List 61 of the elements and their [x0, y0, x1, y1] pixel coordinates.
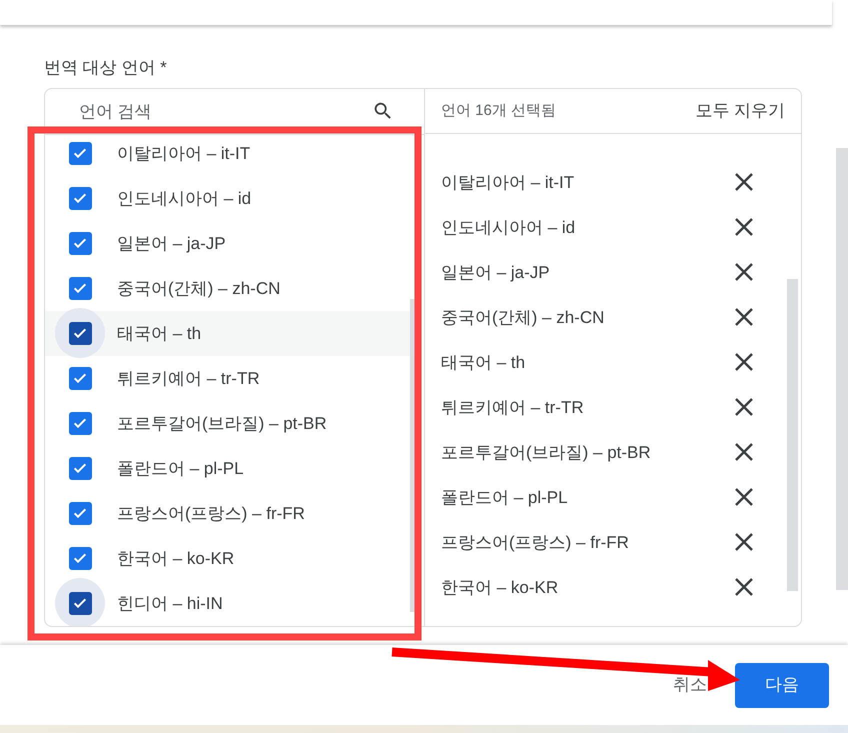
language-label: 일본어 – ja-JP [117, 232, 226, 255]
language-label: 프랑스어(프랑스) – fr-FR [117, 502, 305, 525]
selected-language: 태국어 – th [441, 352, 526, 374]
checkbox[interactable] [68, 322, 92, 345]
next-button[interactable]: 다음 [735, 662, 829, 708]
language-option[interactable]: 태국어 – th [45, 310, 410, 356]
checkbox[interactable] [68, 142, 92, 165]
search-field[interactable]: 언어 검색 [77, 98, 372, 126]
language-option[interactable]: 튀르키예어 – tr-TR [45, 356, 410, 401]
language-label: 힌디어 – hi-IN [117, 592, 223, 615]
remove-icon[interactable] [733, 306, 755, 328]
selected-language: 이탈리아어 – it-IT [441, 172, 574, 194]
remove-icon[interactable] [733, 396, 755, 418]
checkbox[interactable] [68, 232, 92, 255]
checkbox[interactable] [68, 502, 92, 525]
language-label: 튀르키예어 – tr-TR [117, 368, 260, 390]
language-option[interactable]: 힌디어 – hi-IN [45, 580, 410, 626]
language-label: 이탈리아어 – it-IT [117, 142, 250, 165]
selected-language: 일본어 – ja-JP [441, 262, 550, 284]
page-scrollbar[interactable] [836, 148, 848, 590]
language-option[interactable]: 폴란드어 – pl-PL [45, 446, 410, 491]
selected-language: 프랑스어(프랑스) – fr-FR [441, 532, 629, 554]
selected-language: 중국어(간체) – zh-CN [441, 306, 604, 329]
remove-icon[interactable] [733, 576, 755, 598]
remove-icon[interactable] [733, 531, 755, 554]
selected-count: 언어 16개 선택됨 [441, 100, 556, 121]
remove-icon[interactable] [733, 216, 755, 238]
checkbox[interactable] [68, 412, 92, 435]
language-label: 태국어 – th [117, 322, 202, 345]
remove-icon[interactable] [733, 171, 755, 194]
checkbox[interactable] [68, 592, 92, 615]
language-option[interactable]: 중국어(간체) – zh-CN [45, 266, 410, 311]
selected-language: 한국어 – ko-KR [441, 576, 558, 599]
language-option[interactable]: 한국어 – ko-KR [45, 536, 410, 581]
cancel-button[interactable]: 취소 [673, 672, 707, 698]
remove-icon[interactable] [733, 261, 755, 284]
language-label: 포르투갈어(브라질) – pt-BR [117, 412, 327, 435]
remove-icon[interactable] [733, 486, 755, 508]
checkbox[interactable] [68, 366, 92, 390]
language-option[interactable]: 포르투갈어(브라질) – pt-BR [45, 400, 410, 446]
language-option[interactable]: 프랑스어(프랑스) – fr-FR [45, 490, 410, 536]
selected-language: 튀르키예어 – tr-TR [441, 396, 584, 419]
field-label: 번역 대상 언어 * [44, 56, 168, 79]
checkbox[interactable] [68, 456, 92, 480]
checkbox[interactable] [68, 276, 92, 300]
selected-language: 폴란드어 – pl-PL [441, 486, 568, 509]
language-option[interactable]: 일본어 – ja-JP [45, 220, 410, 266]
language-option[interactable]: 인도네시아어 – id [45, 176, 410, 221]
selected-language: 포르투갈어(브라질) – pt-BR [441, 442, 651, 464]
language-option[interactable]: 이탈리아어 – it-IT [45, 134, 410, 176]
selected-language: 인도네시아어 – id [441, 216, 576, 239]
clear-all-button[interactable]: 모두 지우기 [695, 98, 785, 124]
remove-icon[interactable] [733, 441, 755, 464]
language-label: 폴란드어 – pl-PL [117, 458, 244, 480]
language-label: 한국어 – ko-KR [117, 548, 234, 570]
language-label: 중국어(간체) – zh-CN [117, 278, 280, 300]
checkbox[interactable] [68, 186, 92, 210]
scrollbar-thumb[interactable] [787, 278, 798, 591]
language-label: 인도네시아어 – id [117, 188, 252, 210]
remove-icon[interactable] [733, 351, 755, 374]
checkbox[interactable] [68, 546, 92, 570]
